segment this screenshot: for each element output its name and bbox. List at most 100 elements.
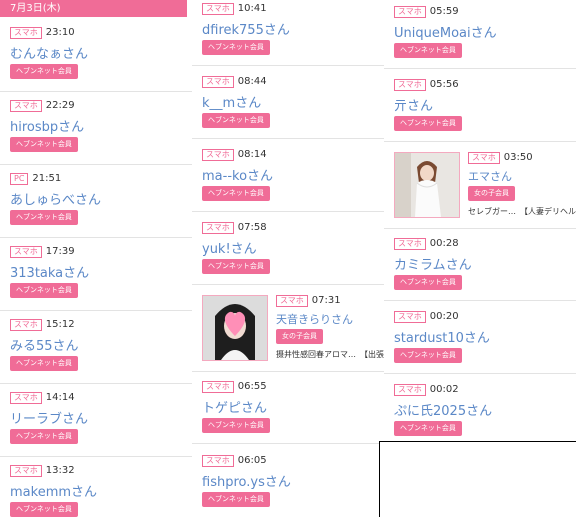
member-badge: ヘブンネット会員 (394, 421, 462, 436)
girl-photo-image (395, 153, 459, 217)
visitor-name[interactable]: むんなぁさん (10, 43, 88, 62)
device-tag: スマホ (10, 246, 42, 258)
member-badge: ヘブンネット会員 (202, 259, 270, 274)
visitor-column-3: スマホ 05:59 UniqueMoaiさん ヘブンネット会員 スマホ 05:56 … (384, 0, 576, 517)
visit-time: 00:20 (429, 311, 459, 322)
device-tag: スマホ (10, 27, 42, 39)
visitor-name[interactable]: トゲピさん (202, 397, 267, 416)
device-tag: スマホ (202, 76, 234, 88)
visitor-entry[interactable]: スマホ 00:28 カミラムさん ヘブンネット会員 (384, 238, 576, 301)
visitor-entry[interactable]: スマホ 06:55 トゲピさん ヘブンネット会員 (192, 381, 384, 444)
device-tag: スマホ (10, 392, 42, 404)
visitor-name[interactable]: makemmさん (10, 481, 97, 500)
girl-photo[interactable] (202, 295, 268, 361)
member-badge: ヘブンネット会員 (10, 283, 78, 298)
girl-visitor-entry[interactable]: スマホ 03:50 エマさん 女の子会員 セレブガー… 【人妻デリヘル (384, 152, 576, 229)
member-badge: ヘブンネット会員 (10, 137, 78, 152)
member-badge: ヘブンネット会員 (202, 40, 270, 55)
member-badge: ヘブンネット会員 (10, 502, 78, 517)
visitor-entry[interactable]: PC 21:51 あしゅらべさん ヘブンネット会員 (0, 173, 192, 238)
visitor-entry[interactable]: スマホ 07:58 yuk!さん ヘブンネット会員 (192, 222, 384, 285)
device-tag: PC (10, 173, 29, 185)
visit-time: 00:28 (429, 238, 459, 249)
visitor-column-2: スマホ 10:41 dfirek755さん ヘブンネット会員 スマホ 08:44 k… (192, 0, 384, 517)
visit-time: 07:58 (237, 222, 267, 233)
member-badge: ヘブンネット会員 (202, 418, 270, 433)
girl-visitor-entry[interactable]: スマホ 07:31 天音きらりさん 女の子会員 摄井性感回春アロマ… 【出張 (192, 295, 384, 372)
visitor-entry[interactable]: スマホ 05:59 UniqueMoaiさん ヘブンネット会員 (384, 6, 576, 69)
visitor-name[interactable]: UniqueMoaiさん (394, 22, 497, 41)
visit-time: 07:31 (311, 295, 341, 306)
visit-time: 05:56 (429, 79, 459, 90)
visitor-entry[interactable]: スマホ 14:14 リーラブさん ヘブンネット会員 (0, 392, 192, 457)
visitor-entry[interactable]: スマホ 00:02 ぷに氏2025さん ヘブンネット会員 (384, 384, 576, 446)
member-badge: ヘブンネット会員 (10, 356, 78, 371)
visit-time: 00:02 (429, 384, 459, 395)
visitor-entry[interactable]: スマホ 05:56 亓さん ヘブンネット会員 (384, 79, 576, 142)
visitor-entry[interactable]: スマホ 08:44 k__mさん ヘブンネット会員 (192, 76, 384, 139)
visitor-entry[interactable]: スマホ 08:14 ma--koさん ヘブンネット会員 (192, 149, 384, 212)
visit-time: 06:05 (237, 455, 267, 466)
visitor-entry[interactable]: スマホ 10:41 dfirek755さん ヘブンネット会員 (192, 3, 384, 66)
visit-time: 08:44 (237, 76, 267, 87)
visitor-name[interactable]: fishpro.ysさん (202, 471, 291, 490)
member-badge: ヘブンネット会員 (10, 429, 78, 444)
visitor-name[interactable]: ぷに氏2025さん (394, 400, 492, 419)
visit-time: 23:10 (45, 27, 75, 38)
date-header: 7月3日(木) (0, 0, 187, 17)
visitor-name[interactable]: ma--koさん (202, 165, 273, 184)
visitor-entry[interactable]: スマホ 13:32 makemmさん ヘブンネット会員 (0, 465, 192, 517)
shop-description[interactable]: 摄井性感回春アロマ… 【出張 (276, 349, 384, 360)
member-badge: ヘブンネット会員 (10, 64, 78, 79)
girl-photo-image (203, 296, 267, 360)
member-badge: ヘブンネット会員 (202, 113, 270, 128)
member-badge: ヘブンネット会員 (394, 275, 462, 290)
visitor-name[interactable]: みる55さん (10, 335, 79, 354)
member-badge: ヘブンネット会員 (394, 348, 462, 363)
member-badge: ヘブンネット会員 (394, 43, 462, 58)
device-tag: スマホ (202, 222, 234, 234)
device-tag: スマホ (10, 100, 42, 112)
device-tag: スマホ (202, 455, 234, 467)
visitor-entry[interactable]: スマホ 23:10 むんなぁさん ヘブンネット会員 (0, 27, 192, 92)
visitor-name[interactable]: リーラブさん (10, 408, 88, 427)
shop-description[interactable]: セレブガー… 【人妻デリヘル (468, 206, 576, 217)
visitor-name[interactable]: 313takaさん (10, 262, 89, 281)
visit-time: 05:59 (429, 6, 459, 17)
member-badge: 女の子会員 (276, 329, 323, 344)
visit-time: 15:12 (45, 319, 75, 330)
visitor-name[interactable]: hirosbpさん (10, 116, 84, 135)
visit-time: 14:14 (45, 392, 75, 403)
visitor-entry[interactable]: スマホ 00:20 stardust10さん ヘブンネット会員 (384, 311, 576, 374)
member-badge: ヘブンネット会員 (202, 186, 270, 201)
device-tag: スマホ (394, 311, 426, 323)
visitor-entry[interactable]: スマホ 06:05 fishpro.ysさん ヘブンネット会員 (192, 455, 384, 517)
visitor-name[interactable]: 亓さん (394, 95, 433, 114)
member-badge: 女の子会員 (468, 186, 515, 201)
device-tag: スマホ (202, 381, 234, 393)
visitor-entry[interactable]: スマホ 17:39 313takaさん ヘブンネット会員 (0, 246, 192, 311)
visit-time: 21:51 (32, 173, 62, 184)
visit-time: 17:39 (45, 246, 75, 257)
visitor-entry[interactable]: スマホ 22:29 hirosbpさん ヘブンネット会員 (0, 100, 192, 165)
visit-time: 22:29 (45, 100, 75, 111)
visit-time: 10:41 (237, 3, 267, 14)
girl-photo[interactable] (394, 152, 460, 218)
visitor-name[interactable]: エマさん (468, 168, 512, 184)
visit-time: 06:55 (237, 381, 267, 392)
empty-panel (379, 441, 576, 517)
visitor-name[interactable]: 天音きらりさん (276, 311, 353, 327)
visitor-name[interactable]: k__mさん (202, 92, 261, 111)
visitor-name[interactable]: stardust10さん (394, 327, 490, 346)
visit-time: 03:50 (503, 152, 533, 163)
member-badge: ヘブンネット会員 (10, 210, 78, 225)
device-tag: スマホ (10, 465, 42, 477)
device-tag: スマホ (394, 6, 426, 18)
device-tag: スマホ (276, 295, 308, 307)
visit-time: 08:14 (237, 149, 267, 160)
visitor-name[interactable]: あしゅらべさん (10, 189, 101, 208)
visitor-name[interactable]: dfirek755さん (202, 19, 290, 38)
visitor-name[interactable]: yuk!さん (202, 238, 257, 257)
visitor-name[interactable]: カミラムさん (394, 254, 472, 273)
visitor-entry[interactable]: スマホ 15:12 みる55さん ヘブンネット会員 (0, 319, 192, 384)
